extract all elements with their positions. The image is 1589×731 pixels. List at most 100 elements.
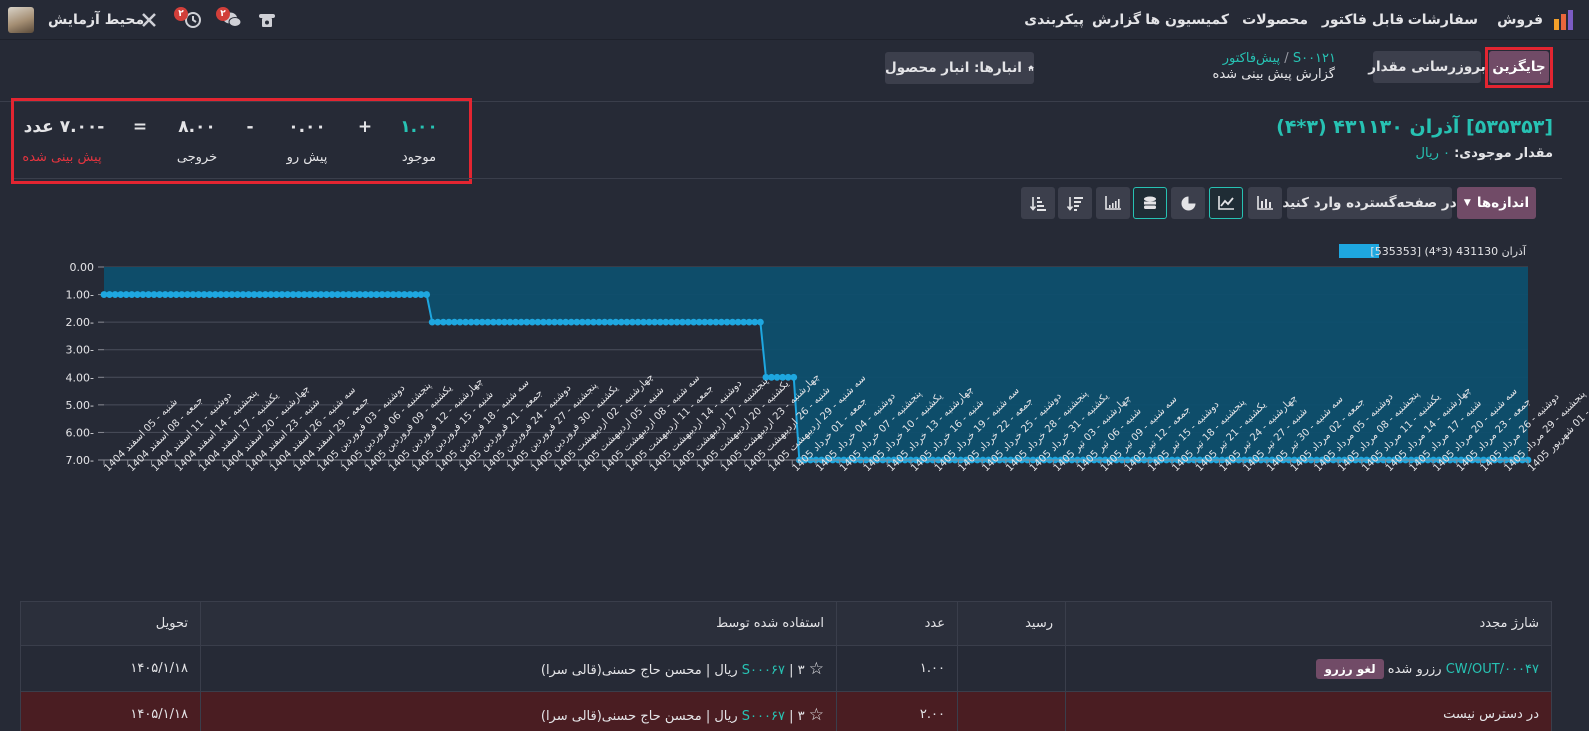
outgoing-value: ۸.۰۰ (178, 117, 216, 137)
bar-chart-icon (1257, 196, 1273, 210)
menu-orders[interactable]: سفارشات (1408, 0, 1478, 40)
receipt-cell (957, 691, 1066, 731)
app-name[interactable]: فروش (1497, 0, 1543, 40)
incoming-label: پیش رو (286, 150, 328, 165)
unreserve-button[interactable]: لغو رزرو (1316, 658, 1384, 679)
on-hand-label: موجود (401, 150, 437, 165)
y-tick-label: 2.00- (66, 316, 94, 329)
table-header-row: شارژ مجدد رسید عدد استفاده شده توسط تحوی… (20, 601, 1552, 646)
breadcrumb: S۰۰۱۲۱ / پیش‌فاکتور (1223, 51, 1336, 66)
col-header-quantity: عدد (836, 601, 958, 646)
used-by-number: ۳ (797, 708, 805, 724)
top-navbar: فروش سفارشات قابل فاکتور محصولات کمیسیون… (0, 0, 1589, 40)
line-chart-button[interactable] (1209, 187, 1243, 219)
user-avatar[interactable] (8, 7, 34, 33)
messages-badge: ۲ (216, 7, 230, 21)
data-point (756, 318, 764, 326)
forecast-line-chart: [535353] آذران 431130 (3*4) 0.00 1.00- 2.00… (66, 244, 1589, 474)
replenishment-cell: در دسترس نیست (1065, 691, 1552, 731)
used-by-cell: ☆ ۳ | S۰۰۰۶۷ ریال | محسن حاج حسنی(قالی س… (200, 645, 837, 692)
delivery-date-cell: ۱۴۰۵/۱/۱۸ (20, 691, 201, 731)
reservation-status: رزرو شده (1387, 661, 1442, 677)
replenishment-status: در دسترس نیست (1443, 707, 1539, 722)
used-by-cell: ☆ ۳ | S۰۰۰۶۷ ریال | محسن حاج حسنی(قالی س… (200, 691, 837, 731)
data-point (790, 373, 798, 381)
forecast-moves-table: شارژ مجدد رسید عدد استفاده شده توسط تحوی… (20, 601, 1552, 731)
replenishment-cell: CW/OUT/۰۰۰۴۷ رزرو شده لغو رزرو (1065, 645, 1552, 692)
y-tick-label: 1.00- (66, 289, 94, 302)
cumulative-chart-icon (1105, 196, 1121, 210)
stock-value: ۰ ریال (1415, 146, 1450, 161)
menu-products[interactable]: محصولات (1242, 0, 1308, 40)
sales-app-icon[interactable] (1553, 10, 1575, 30)
measures-label: اندازه‌ها (1476, 195, 1530, 211)
col-header-used-by: استفاده شده توسط (200, 601, 837, 646)
warehouse-filter-label: انبارها: انبار محصول (885, 60, 1022, 76)
breadcrumb-root[interactable]: S۰۰۱۲۱ (1293, 51, 1336, 66)
phone-icon[interactable] (258, 11, 276, 29)
activity-badge: ۲ (174, 7, 188, 21)
y-tick-label: 4.00- (66, 371, 94, 384)
product-title[interactable]: [۵۳۵۳۵۳] آذران ۴۳۱۱۳۰ (۳*۴) (1276, 116, 1553, 138)
stock-label: مقدار موجودی: (1454, 146, 1553, 161)
stock-line: مقدار موجودی: ۰ ریال (1416, 146, 1553, 161)
header-divider (14, 178, 1562, 179)
company-switcher[interactable]: محیط آزمایش (48, 0, 144, 40)
y-tick-label: 7.00- (66, 454, 94, 467)
database-stack-icon (1144, 196, 1156, 209)
replace-button[interactable]: جایگزین (1489, 51, 1549, 83)
receipt-cell (957, 645, 1066, 692)
y-tick-label: 3.00- (66, 344, 94, 357)
quantity-cell: ۱.۰۰ (836, 645, 958, 692)
forecast-value: -۷.۰۰ عدد (23, 117, 105, 137)
used-by-separator: | (789, 662, 794, 678)
insert-in-spreadsheet-button[interactable]: در صفحه‌گسترده وارد کنید (1282, 187, 1457, 219)
col-header-delivery: تحویل (20, 601, 201, 646)
used-by-number: ۳ (797, 662, 805, 678)
warehouse-filter-button[interactable]: انبارها: انبار محصول (885, 52, 1034, 84)
menu-reporting[interactable]: گزارش (1092, 0, 1141, 40)
delivery-date-cell: ۱۴۰۵/۱/۱۸ (20, 645, 201, 692)
table-row: CW/OUT/۰۰۰۴۷ رزرو شده لغو رزرو ۱.۰۰ ☆ ۳ … (20, 645, 1552, 692)
col-header-receipt: رسید (957, 601, 1066, 646)
star-icon[interactable]: ☆ (809, 659, 824, 679)
forecast-summary-box (11, 98, 472, 184)
breadcrumb-separator: / (1284, 51, 1289, 66)
caret-down-icon: ▼ (1463, 198, 1471, 208)
breadcrumb-current: گزارش پیش بینی شده (1212, 67, 1335, 82)
line-chart-icon (1218, 196, 1234, 210)
incoming-value: ۰.۰۰ (288, 117, 326, 137)
measures-dropdown[interactable]: اندازه‌ها ▼ (1457, 187, 1536, 219)
breadcrumb-parent[interactable]: پیش‌فاکتور (1223, 51, 1280, 66)
used-by-separator: | (789, 708, 794, 724)
sale-order-link[interactable]: S۰۰۰۶۷ (742, 663, 785, 678)
pie-chart-button[interactable] (1171, 187, 1205, 219)
forecast-label: پیش بینی شده (22, 150, 102, 165)
used-by-detail: ریال | محسن حاج حسنی(قالی سرا) (540, 662, 738, 678)
sort-descending-icon (1067, 196, 1083, 211)
data-point (423, 291, 431, 298)
col-header-replenishment: شارژ مجدد (1065, 601, 1552, 646)
quantity-cell: ۲.۰۰ (836, 691, 958, 731)
home-icon (1027, 65, 1034, 71)
menu-commissions[interactable]: کمیسیون ها (1145, 0, 1229, 40)
minus-sign: - (246, 117, 254, 137)
bar-chart-button[interactable] (1248, 187, 1282, 219)
table-row: در دسترس نیست ۲.۰۰ ☆ ۳ | S۰۰۰۶۷ ریال | م… (20, 691, 1552, 731)
legend-label: [535353] آذران 431130 (3*4) (1370, 244, 1527, 258)
transfer-ref-link[interactable]: CW/OUT/۰۰۰۴۷ (1446, 662, 1539, 677)
outgoing-label: خروجی (176, 150, 218, 165)
on-hand-value: ۱.۰۰ (400, 117, 438, 137)
update-quantity-button[interactable]: بروزرسانی مقدار (1368, 51, 1486, 83)
sale-order-link[interactable]: S۰۰۰۶۷ (742, 709, 785, 724)
y-tick-label: 0.00 (70, 261, 95, 274)
sort-descending-button[interactable] (1058, 187, 1092, 219)
used-by-detail: ریال | محسن حاج حسنی(قالی سرا) (540, 708, 738, 724)
star-icon[interactable]: ☆ (809, 705, 824, 725)
menu-configuration[interactable]: پیکربندی (1024, 0, 1084, 40)
stacked-button[interactable] (1133, 187, 1167, 219)
menu-to-invoice[interactable]: قابل فاکتور (1322, 0, 1404, 40)
cumulative-button[interactable] (1096, 187, 1130, 219)
sort-ascending-button[interactable] (1021, 187, 1055, 219)
sort-ascending-icon (1030, 196, 1046, 211)
